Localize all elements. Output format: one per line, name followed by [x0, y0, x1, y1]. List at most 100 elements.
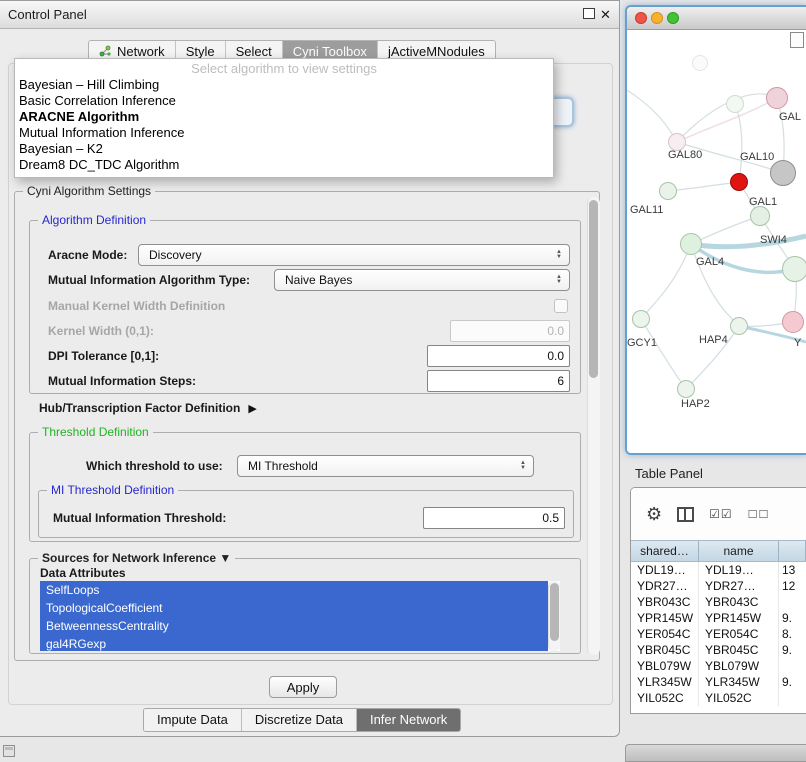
algorithm-option[interactable]: Bayesian – Hill Climbing [15, 77, 553, 93]
tab-infer-network[interactable]: Infer Network [357, 709, 460, 731]
manual-kernel-checkbox [554, 299, 568, 313]
deselect-all-icon[interactable]: ☐☐ [748, 508, 770, 521]
network-node[interactable] [782, 256, 806, 282]
node-label: Y [794, 337, 801, 349]
dpi-tolerance-input[interactable] [427, 345, 570, 367]
table-row[interactable]: YBR043CYBR043C [631, 594, 806, 610]
algorithm-option[interactable]: Bayesian – K2 [15, 141, 553, 157]
node-label: GAL10 [740, 151, 774, 163]
network-node[interactable] [766, 87, 788, 109]
network-node[interactable] [750, 206, 770, 226]
table-row[interactable]: YER054CYER054C8. [631, 626, 806, 642]
algorithm-option[interactable]: Dream8 DC_TDC Algorithm [15, 157, 553, 173]
tab-label: Select [236, 44, 272, 59]
group-title: Cyni Algorithm Settings [23, 184, 155, 198]
aracne-mode-select[interactable]: Discovery ▲▼ [138, 244, 570, 266]
network-node[interactable] [677, 380, 695, 398]
settings-scrollbar[interactable] [587, 197, 600, 655]
combo-arrows-icon: ▲▼ [556, 270, 562, 290]
network-node-red[interactable] [730, 173, 748, 191]
network-window-titlebar[interactable] [627, 7, 806, 30]
node-label: GAL [779, 111, 801, 123]
sources-group: Sources for Network Inference ▼ Data Att… [29, 558, 581, 654]
panel-toggle-icon[interactable] [3, 745, 15, 757]
table-row[interactable]: YDL19…YDL19…13 [631, 562, 806, 578]
control-panel-titlebar[interactable]: Control Panel ✕ [0, 1, 619, 29]
network-node[interactable] [659, 182, 677, 200]
network-node[interactable] [782, 311, 804, 333]
attribute-item-selected[interactable]: gal4RGexp [40, 635, 548, 651]
mi-steps-input[interactable] [427, 370, 570, 392]
cell: YDR27… [631, 578, 699, 594]
tab-label: Style [186, 44, 215, 59]
network-node[interactable] [632, 310, 650, 328]
zoom-traffic-light[interactable] [667, 12, 679, 24]
select-all-icon[interactable]: ☑☑ [709, 507, 733, 521]
attribute-item-selected[interactable]: TopologicalCoefficient [40, 599, 548, 617]
network-scroll-corner[interactable] [790, 32, 804, 48]
table-row[interactable]: YLR345WYLR345W9. [631, 674, 806, 690]
attribute-item-selected[interactable]: SelfLoops [40, 581, 548, 599]
column-header-name[interactable]: name [699, 541, 779, 561]
columns-icon[interactable] [677, 507, 694, 522]
table-panel-window: ⚙ ☑☑ ☐☐ shared… name YDL19…YDL19…13 YDR2… [630, 487, 806, 714]
gear-icon[interactable]: ⚙ [646, 504, 662, 525]
window-title: Control Panel [8, 7, 87, 22]
column-header-shared-name[interactable]: shared… [631, 541, 699, 561]
close-window-icon[interactable]: ✕ [600, 8, 611, 21]
cell [779, 594, 806, 610]
network-node[interactable] [726, 95, 744, 113]
table-panel-title: Table Panel [635, 466, 703, 481]
algorithm-option[interactable]: Mutual Information Inference [15, 125, 553, 141]
table-row[interactable]: YPR145WYPR145W9. [631, 610, 806, 626]
table-row[interactable]: YBL079WYBL079W [631, 658, 806, 674]
hub-tf-label: Hub/Transcription Factor Definition [39, 401, 240, 415]
cell: YPR145W [699, 610, 779, 626]
node-label: HAP2 [681, 398, 710, 410]
network-view-window: GAL GAL80 GAL10 GAL11 GAL1 SWI4 GAL4 GCY… [625, 5, 806, 455]
table-body: YDL19…YDL19…13 YDR27…YDR27…12 YBR043CYBR… [631, 562, 806, 706]
mi-algorithm-type-select[interactable]: Naive Bayes ▲▼ [274, 269, 570, 291]
tab-impute-data[interactable]: Impute Data [144, 709, 242, 731]
cell: YBL079W [699, 658, 779, 674]
network-canvas[interactable]: GAL GAL80 GAL10 GAL11 GAL1 SWI4 GAL4 GCY… [627, 30, 806, 454]
cell: YBR043C [699, 594, 779, 610]
float-window-icon[interactable] [583, 8, 595, 19]
cell: 12 [779, 578, 806, 594]
mi-threshold-input[interactable] [423, 507, 565, 529]
network-node[interactable] [730, 317, 748, 335]
tab-label: Discretize Data [255, 712, 343, 727]
mi-type-value: Naive Bayes [285, 270, 352, 290]
cell: YLR345W [699, 674, 779, 690]
group-title: Threshold Definition [38, 425, 153, 439]
attribute-item-selected[interactable]: BetweennessCentrality [40, 617, 548, 635]
minimize-traffic-light[interactable] [651, 12, 663, 24]
bottom-tabs: Impute Data Discretize Data Infer Networ… [143, 708, 461, 732]
apply-button[interactable]: Apply [269, 676, 337, 698]
node-label: GAL80 [668, 149, 702, 161]
table-row[interactable]: YBR045CYBR045C9. [631, 642, 806, 658]
attributes-scrollbar[interactable] [548, 581, 560, 651]
close-traffic-light[interactable] [635, 12, 647, 24]
tab-label: Network [117, 44, 165, 59]
table-row[interactable]: YIL052CYIL052C [631, 690, 806, 706]
cell: YIL052C [631, 690, 699, 706]
hub-tf-expander[interactable]: Hub/Transcription Factor Definition▶ [39, 401, 257, 415]
kernel-width-label: Kernel Width (0,1): [48, 320, 154, 342]
algorithm-option-selected[interactable]: ARACNE Algorithm [15, 109, 553, 125]
dpi-tolerance-label: DPI Tolerance [0,1]: [48, 345, 159, 367]
attributes-scrollbar-thumb[interactable] [550, 583, 559, 641]
table-row[interactable]: YDR27…YDR27…12 [631, 578, 806, 594]
column-header-extra[interactable] [779, 541, 806, 561]
network-node[interactable] [680, 233, 702, 255]
algorithm-option[interactable]: Basic Correlation Inference [15, 93, 553, 109]
cell: YDL19… [631, 562, 699, 578]
settings-scrollbar-thumb[interactable] [589, 200, 598, 378]
network-node[interactable] [692, 55, 708, 71]
network-node[interactable] [770, 160, 796, 186]
tab-label: Cyni Toolbox [293, 44, 367, 59]
tab-discretize-data[interactable]: Discretize Data [242, 709, 357, 731]
which-threshold-select[interactable]: MI Threshold ▲▼ [237, 455, 534, 477]
cell: YBR043C [631, 594, 699, 610]
group-title: MI Threshold Definition [47, 483, 178, 497]
